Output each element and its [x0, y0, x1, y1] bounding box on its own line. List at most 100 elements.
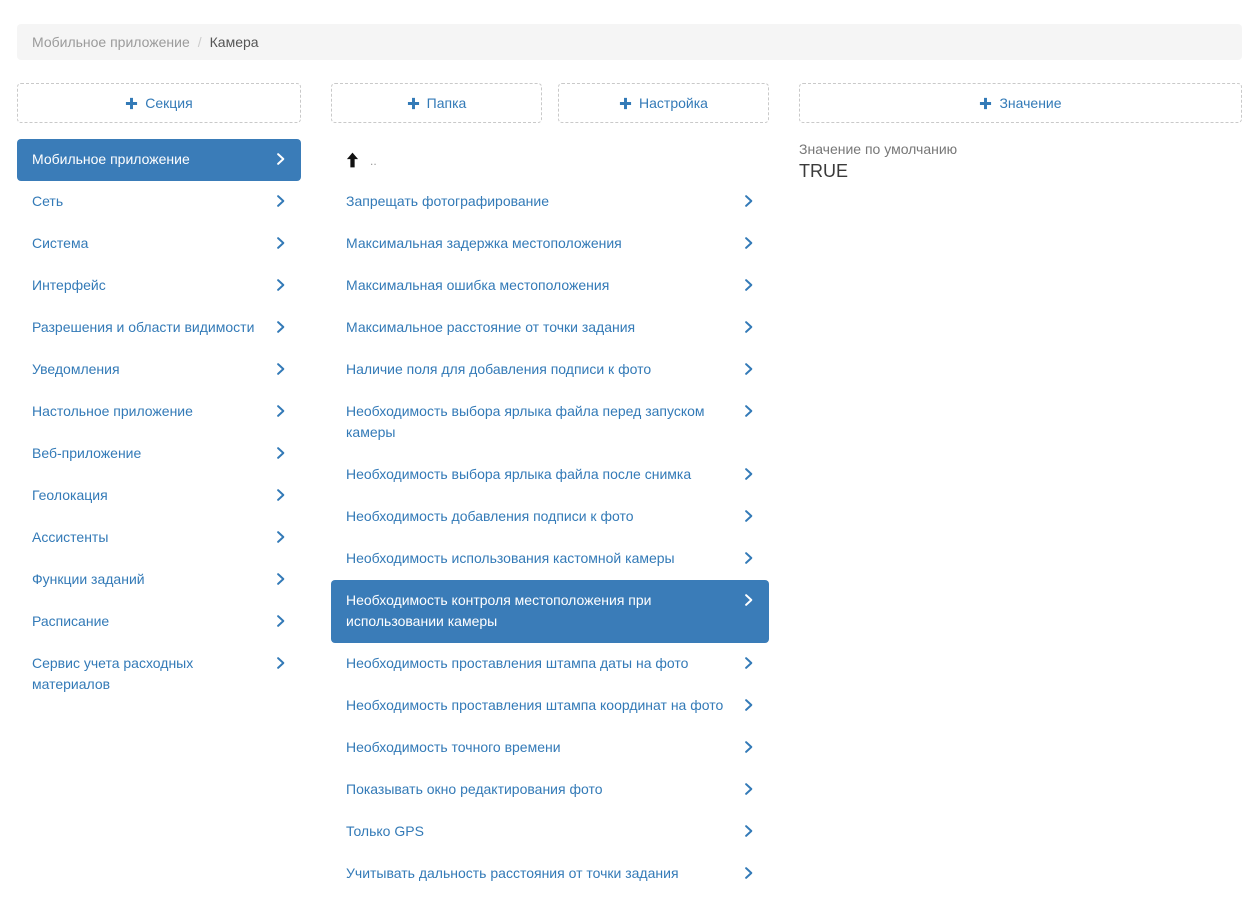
add-setting-button[interactable]: Настройка: [558, 83, 769, 123]
settings-column: Папка Настройка .. Запрещать ф: [331, 83, 769, 895]
breadcrumb-parent-link[interactable]: Мобильное приложение: [32, 34, 190, 50]
setting-item-label: Необходимость добавления подписи к фото: [346, 506, 633, 527]
chevron-right-icon: [742, 278, 755, 292]
chevron-right-icon: [742, 656, 755, 670]
chevron-right-icon: [742, 551, 755, 565]
chevron-right-icon: [742, 782, 755, 796]
add-folder-label: Папка: [427, 95, 467, 111]
sidebar-item[interactable]: Расписание: [17, 601, 301, 643]
chevron-right-icon: [274, 488, 287, 502]
setting-item[interactable]: Необходимость выбора ярлыка файла после …: [331, 454, 769, 496]
sidebar-item-label: Ассистенты: [32, 527, 108, 548]
setting-item[interactable]: Необходимость точного времени: [331, 727, 769, 769]
setting-item[interactable]: Максимальная ошибка местоположения: [331, 265, 769, 307]
setting-item[interactable]: Необходимость выбора ярлыка файла перед …: [331, 391, 769, 454]
sidebar-item[interactable]: Система: [17, 223, 301, 265]
sidebar-item-label: Веб-приложение: [32, 443, 141, 464]
chevron-right-icon: [742, 866, 755, 880]
setting-item-label: Необходимость выбора ярлыка файла перед …: [346, 401, 732, 443]
sidebar-item[interactable]: Мобильное приложение: [17, 139, 301, 181]
setting-item[interactable]: Наличие поля для добавления подписи к фо…: [331, 349, 769, 391]
sidebar-item[interactable]: Сервис учета расходных материалов: [17, 643, 301, 706]
chevron-right-icon: [742, 698, 755, 712]
chevron-right-icon: [742, 362, 755, 376]
sidebar-item[interactable]: Ассистенты: [17, 517, 301, 559]
setting-item[interactable]: Запрещать фотографирование: [331, 181, 769, 223]
chevron-right-icon: [742, 236, 755, 250]
sidebar-item[interactable]: Настольное приложение: [17, 391, 301, 433]
default-value-label: Значение по умолчанию: [799, 140, 1242, 159]
sidebar-item[interactable]: Интерфейс: [17, 265, 301, 307]
breadcrumb: Мобильное приложение / Камера: [17, 24, 1242, 60]
setting-item-label: Необходимость точного времени: [346, 737, 561, 758]
chevron-right-icon: [742, 404, 755, 418]
add-folder-button[interactable]: Папка: [331, 83, 542, 123]
sidebar-item[interactable]: Веб-приложение: [17, 433, 301, 475]
chevron-right-icon: [742, 824, 755, 838]
chevron-right-icon: [274, 446, 287, 460]
setting-item-label: Показывать окно редактирования фото: [346, 779, 603, 800]
setting-item-label: Необходимость выбора ярлыка файла после …: [346, 464, 691, 485]
sidebar-item-label: Интерфейс: [32, 275, 106, 296]
setting-item-label: Необходимость использования кастомной ка…: [346, 548, 675, 569]
setting-item[interactable]: Показывать окно редактирования фото: [331, 769, 769, 811]
default-value-text: TRUE: [799, 159, 1242, 183]
sections-column: Секция Мобильное приложение Сеть Система: [17, 83, 301, 706]
plus-icon: [979, 97, 992, 110]
plus-icon: [619, 97, 632, 110]
setting-item[interactable]: Максимальное расстояние от точки задания: [331, 307, 769, 349]
setting-item-label: Запрещать фотографирование: [346, 191, 549, 212]
values-column: Значение Значение по умолчанию TRUE: [799, 83, 1242, 183]
sidebar-item[interactable]: Уведомления: [17, 349, 301, 391]
default-value-panel: Значение по умолчанию TRUE: [799, 140, 1242, 183]
chevron-right-icon: [742, 740, 755, 754]
chevron-right-icon: [274, 278, 287, 292]
setting-item[interactable]: Учитывать дальность расстояния от точки …: [331, 853, 769, 895]
setting-item[interactable]: Только GPS: [331, 811, 769, 853]
setting-item-label: Необходимость проставления штампа даты н…: [346, 653, 688, 674]
setting-item-label: Максимальная задержка местоположения: [346, 233, 622, 254]
setting-item[interactable]: Необходимость добавления подписи к фото: [331, 496, 769, 538]
chevron-right-icon: [742, 194, 755, 208]
add-section-button[interactable]: Секция: [17, 83, 301, 123]
chevron-right-icon: [742, 320, 755, 334]
sidebar-item-label: Функции заданий: [32, 569, 145, 590]
chevron-right-icon: [742, 593, 755, 607]
sidebar-item-label: Сервис учета расходных материалов: [32, 653, 264, 695]
setting-item-label: Только GPS: [346, 821, 424, 842]
setting-item[interactable]: Максимальная задержка местоположения: [331, 223, 769, 265]
chevron-right-icon: [274, 530, 287, 544]
sidebar-item-label: Разрешения и области видимости: [32, 317, 254, 338]
setting-item-label: Необходимость контроля местоположения пр…: [346, 590, 732, 632]
chevron-right-icon: [742, 509, 755, 523]
chevron-right-icon: [274, 362, 287, 376]
sidebar-item[interactable]: Геолокация: [17, 475, 301, 517]
setting-item[interactable]: Необходимость контроля местоположения пр…: [331, 580, 769, 643]
sidebar-item-label: Геолокация: [32, 485, 108, 506]
breadcrumb-current: Камера: [210, 34, 259, 50]
setting-item[interactable]: Необходимость использования кастомной ка…: [331, 538, 769, 580]
add-setting-label: Настройка: [639, 95, 708, 111]
add-value-button[interactable]: Значение: [799, 83, 1242, 123]
sidebar-item[interactable]: Разрешения и области видимости: [17, 307, 301, 349]
setting-item-label: Учитывать дальность расстояния от точки …: [346, 863, 679, 884]
folder-up-row[interactable]: ..: [331, 139, 769, 181]
sidebar-item-label: Уведомления: [32, 359, 120, 380]
settings-list: .. Запрещать фотографирование Максимальн…: [331, 139, 769, 895]
plus-icon: [407, 97, 420, 110]
chevron-right-icon: [274, 152, 287, 166]
chevron-right-icon: [274, 236, 287, 250]
setting-item[interactable]: Необходимость проставления штампа даты н…: [331, 643, 769, 685]
chevron-right-icon: [274, 194, 287, 208]
sidebar-item-label: Расписание: [32, 611, 109, 632]
main-columns: Секция Мобильное приложение Сеть Система: [17, 83, 1242, 895]
arrow-up-icon: [346, 152, 359, 168]
setting-item-label: Максимальное расстояние от точки задания: [346, 317, 635, 338]
chevron-right-icon: [274, 572, 287, 586]
sidebar-item-label: Мобильное приложение: [32, 149, 190, 170]
setting-item-label: Необходимость проставления штампа коорди…: [346, 695, 723, 716]
add-value-label: Значение: [999, 95, 1061, 111]
sidebar-item[interactable]: Сеть: [17, 181, 301, 223]
sidebar-item[interactable]: Функции заданий: [17, 559, 301, 601]
setting-item[interactable]: Необходимость проставления штампа коорди…: [331, 685, 769, 727]
